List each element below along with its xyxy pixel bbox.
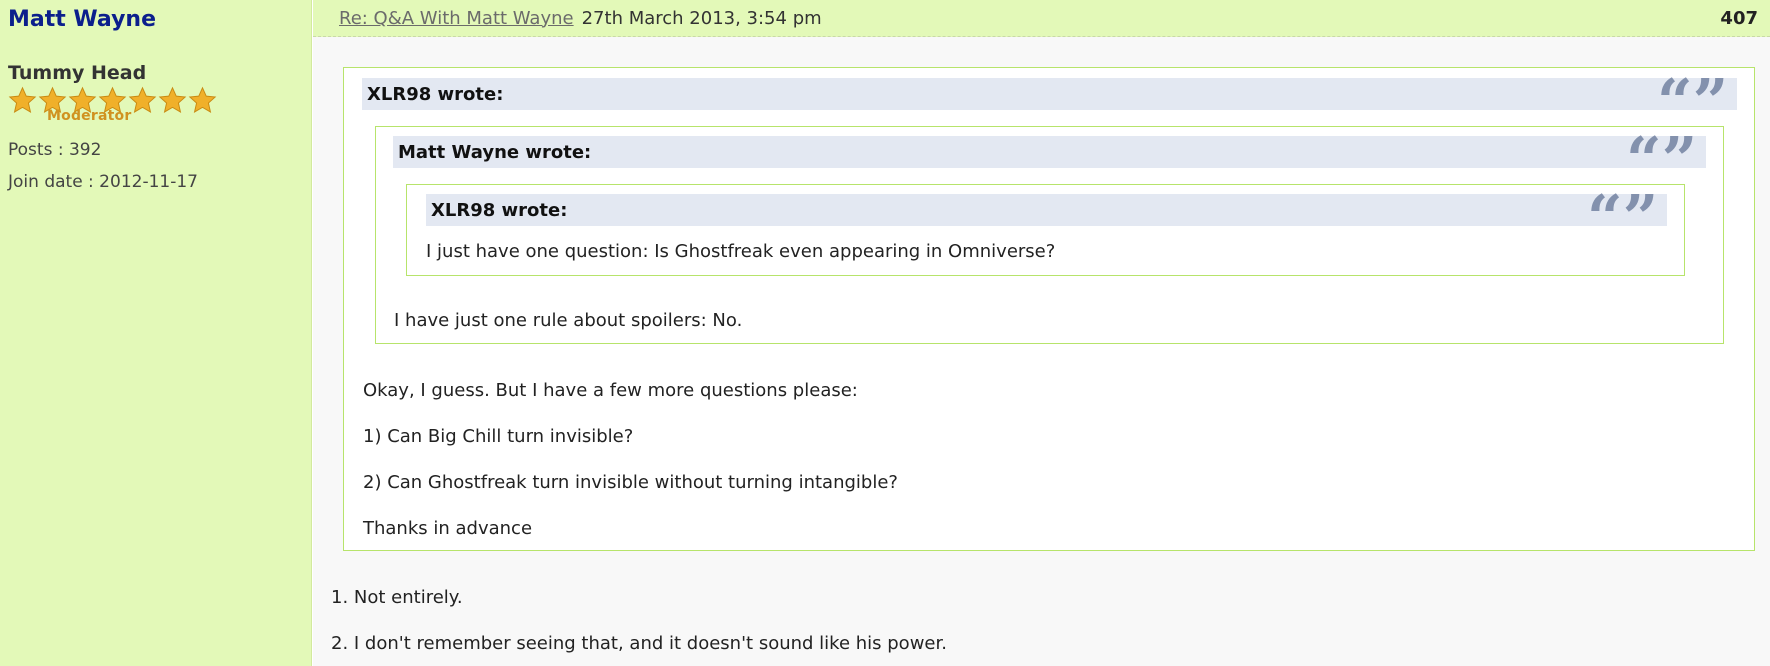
quote-header: Matt Wayne wrote: “” <box>393 131 1706 171</box>
star-icon <box>128 86 157 113</box>
quote-middle: Matt Wayne wrote: “” XLR98 wrote: “” I j… <box>375 126 1724 344</box>
quote-text: I have just one rule about spoilers: No. <box>394 310 743 331</box>
post-header: Re: Q&A With Matt Wayne 27th March 2013,… <box>313 0 1770 37</box>
quote-header: XLR98 wrote: “” <box>362 73 1737 113</box>
post-body: Re: Q&A With Matt Wayne 27th March 2013,… <box>313 0 1770 666</box>
quote-line: 2) Can Ghostfreak turn invisible without… <box>363 472 898 493</box>
quote-mark-icon: “” <box>1626 131 1697 171</box>
quote-author: Matt Wayne wrote: <box>398 141 592 163</box>
quote-inner: XLR98 wrote: “” I just have one question… <box>406 184 1685 276</box>
svg-text:“”: “” <box>1587 189 1658 229</box>
svg-text:“”: “” <box>1626 131 1697 171</box>
svg-text:“”: “” <box>1657 73 1728 113</box>
author-profile: Matt Wayne Tummy Head Moderator Posts : … <box>0 0 312 666</box>
quote-header: XLR98 wrote: “” <box>426 189 1667 229</box>
reply-line: 1. Not entirely. <box>331 587 463 608</box>
join-date: Join date : 2012-11-17 <box>8 172 198 192</box>
quote-mark-icon: “” <box>1587 189 1658 229</box>
star-icon <box>158 86 187 113</box>
quote-author: XLR98 wrote: <box>367 83 504 105</box>
star-icon <box>8 86 37 113</box>
author-username[interactable]: Matt Wayne <box>8 6 311 34</box>
author-rank-title: Tummy Head <box>8 62 147 84</box>
quote-line: Okay, I guess. But I have a few more que… <box>363 380 858 401</box>
post-date: 27th March 2013, 3:54 pm <box>581 7 822 29</box>
star-icon <box>188 86 217 113</box>
forum-post: Matt Wayne Tummy Head Moderator Posts : … <box>0 0 1770 666</box>
post-number[interactable]: 407 <box>1720 8 1758 29</box>
reply-line: 2. I don't remember seeing that, and it … <box>331 633 947 654</box>
quote-text: I just have one question: Is Ghostfreak … <box>426 241 1056 262</box>
post-count: Posts : 392 <box>8 140 102 160</box>
post-title-link[interactable]: Re: Q&A With Matt Wayne <box>339 8 574 29</box>
quote-author: XLR98 wrote: <box>431 199 568 221</box>
quote-line: Thanks in advance <box>363 518 533 539</box>
quote-outer: XLR98 wrote: “” Matt Wayne wrote: “” XLR… <box>343 67 1755 551</box>
quote-line: 1) Can Big Chill turn invisible? <box>363 426 634 447</box>
quote-mark-icon: “” <box>1657 73 1728 113</box>
